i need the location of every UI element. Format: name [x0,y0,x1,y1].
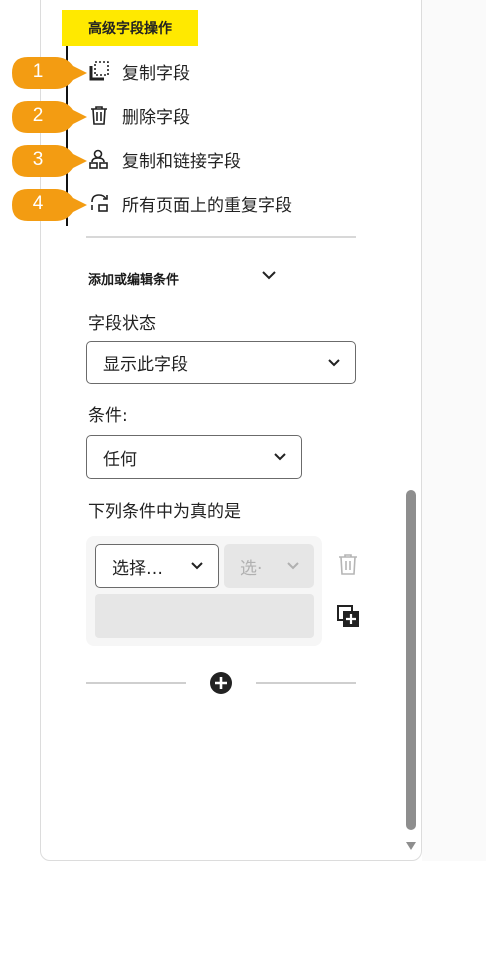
rules-label: 下列条件中为真的是 [88,502,241,522]
repeat-pages-icon [91,194,108,212]
trash-icon [91,106,107,125]
condition-label: 条件: [88,406,128,426]
scroll-down-arrow-icon[interactable] [404,840,418,852]
divider [86,682,186,684]
scrollbar-thumb[interactable] [406,490,416,830]
action-label: 复制字段 [122,63,190,84]
repeat-field-all-pages-button[interactable]: 所有页面上的重复字段 [88,189,292,217]
rule-field-select[interactable]: 选择… [95,544,219,588]
divider [256,682,356,684]
rule-field-value: 选择… [112,558,163,579]
callout-4: 4 [11,188,87,222]
field-state-label: 字段状态 [88,314,156,334]
rule-value-field [95,594,314,638]
chevron-down-icon [191,562,203,570]
divider [86,236,356,238]
field-state-value: 显示此字段 [103,355,188,375]
condition-select[interactable]: 任何 [86,435,302,479]
copy-field-button[interactable]: 复制字段 [88,57,190,85]
callout-3: 3 [11,144,87,178]
duplicate-link-icon [89,149,108,169]
callout-1: 1 [11,56,87,90]
field-state-select[interactable]: 显示此字段 [86,341,356,384]
chevron-down-icon [328,358,340,366]
field-properties-panel [40,0,422,861]
chevron-down-icon[interactable] [260,266,278,284]
chevron-down-icon [274,453,286,461]
action-label: 删除字段 [122,107,190,128]
chevron-down-icon [287,562,299,570]
add-rule-icon[interactable] [337,605,361,629]
rule-operator-value: 选· [240,558,263,579]
callout-2: 2 [11,100,87,134]
duplicate-link-field-button[interactable]: 复制和链接字段 [88,145,241,173]
condition-value: 任何 [103,449,137,470]
delete-rule-icon[interactable] [337,552,359,576]
copy-field-icon [89,61,109,81]
right-gutter [422,0,486,861]
action-label: 复制和链接字段 [122,151,241,172]
conditions-header: 添加或编辑条件 [88,272,180,288]
delete-field-button[interactable]: 删除字段 [88,101,190,129]
section-title: 高级字段操作 [62,10,198,46]
action-label: 所有页面上的重复字段 [122,195,292,216]
rule-operator-select: 选· [224,544,314,588]
add-condition-plus-icon[interactable] [209,671,233,695]
